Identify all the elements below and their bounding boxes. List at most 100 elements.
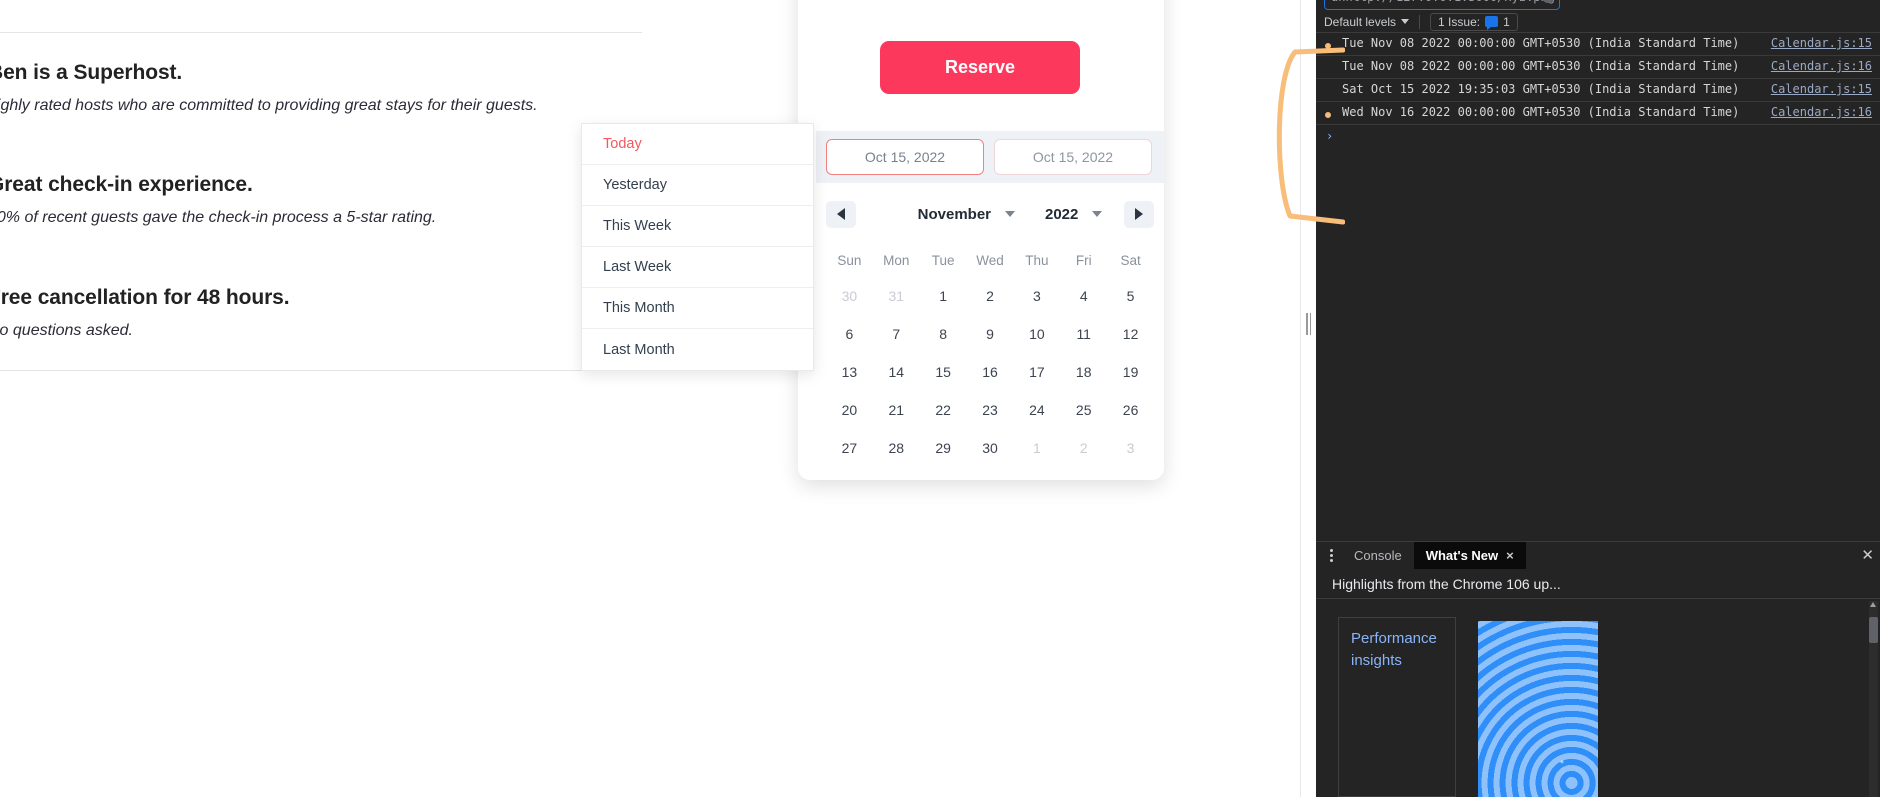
- drawer-tab-bar: Console What's New × ✕: [1316, 541, 1880, 570]
- more-options-icon[interactable]: [1320, 542, 1342, 570]
- month-label: November: [917, 205, 991, 223]
- chevron-left-icon[interactable]: [826, 200, 856, 228]
- range-option-this-week[interactable]: This Week: [582, 206, 813, 247]
- console-log-source-link[interactable]: Calendar.js:15: [1771, 82, 1872, 97]
- tab-whats-new-label: What's New: [1425, 548, 1499, 563]
- calendar-day[interactable]: 1: [920, 277, 967, 315]
- calendar-day[interactable]: 17: [1013, 353, 1060, 391]
- calendar-day[interactable]: 19: [1107, 353, 1154, 391]
- tab-whats-new[interactable]: What's New ×: [1413, 541, 1526, 570]
- month-select[interactable]: November: [918, 206, 1015, 223]
- console-log-text: Wed Nov 16 2022 00:00:00 GMT+0530 (India…: [1342, 105, 1740, 119]
- calendar-day[interactable]: 7: [873, 315, 920, 353]
- calendar-weekday: Thu: [1025, 252, 1049, 268]
- console-log-source-link[interactable]: Calendar.js:15: [1771, 36, 1872, 51]
- tab-console[interactable]: Console: [1342, 542, 1414, 570]
- devtools-panel: unhttp://127.0.0.1:3000/xyz.png Default …: [1316, 0, 1880, 797]
- drawer-close-icon[interactable]: ✕: [1861, 546, 1874, 564]
- calendar-weekday: Mon: [883, 252, 910, 268]
- close-icon[interactable]: ×: [1506, 548, 1514, 563]
- start-date-input[interactable]: Oct 15, 2022: [826, 139, 984, 175]
- calendar-day[interactable]: 8: [920, 315, 967, 353]
- chevron-right-icon[interactable]: [1124, 200, 1155, 228]
- calendar-day[interactable]: 6: [826, 315, 873, 353]
- calendar-day[interactable]: 21: [873, 391, 920, 429]
- date-range-inputs: Oct 15, 2022 Oct 15, 2022: [816, 131, 1164, 183]
- console-log-text: Tue Nov 08 2022 00:00:00 GMT+0530 (India…: [1342, 59, 1740, 73]
- calendar-day[interactable]: 13: [826, 353, 873, 391]
- calendar-day[interactable]: 29: [920, 429, 967, 467]
- console-input-prompt[interactable]: ›: [1316, 125, 1880, 147]
- chevron-down-icon: [1005, 211, 1015, 217]
- calendar-weekday: Sun: [837, 252, 862, 268]
- calendar-header: November 2022: [826, 195, 1155, 233]
- reserve-button[interactable]: Reserve: [880, 41, 1080, 94]
- log-bullet-icon: [1325, 112, 1331, 118]
- feature-cancellation: Free cancellation for 48 hours. No quest…: [0, 285, 290, 342]
- whats-new-scrollbar[interactable]: [1869, 601, 1878, 797]
- feature-title: Free cancellation for 48 hours.: [0, 286, 290, 309]
- whats-new-body: Performance insights: [1316, 599, 1880, 797]
- range-option-yesterday[interactable]: Yesterday: [582, 165, 813, 206]
- console-log-list[interactable]: Tue Nov 08 2022 00:00:00 GMT+0530 (India…: [1316, 33, 1880, 541]
- log-levels-dropdown[interactable]: Default levels: [1324, 15, 1410, 29]
- calendar-day[interactable]: 27: [826, 429, 873, 467]
- whats-new-card-performance-insights[interactable]: Performance insights: [1338, 617, 1456, 797]
- console-log-entry: Sat Oct 15 2022 19:35:03 GMT+0530 (India…: [1316, 79, 1880, 102]
- calendar-day-outside: 31: [888, 288, 905, 304]
- calendar-day[interactable]: 11: [1060, 315, 1107, 353]
- calendar-weekday: Wed: [976, 252, 1004, 268]
- calendar-day[interactable]: 26: [1107, 391, 1154, 429]
- feature-title: Ben is a Superhost.: [0, 61, 183, 84]
- calendar-day[interactable]: 20: [826, 391, 873, 429]
- console-toolbar: Default levels 1 Issue: 1: [1316, 11, 1880, 33]
- calendar-day[interactable]: 30: [967, 429, 1014, 467]
- console-filter-value: unhttp://127.0.0.1:3000/xyz.png: [1331, 0, 1555, 4]
- year-select[interactable]: 2022: [1045, 206, 1103, 223]
- scrollbar-thumb[interactable]: [1869, 617, 1878, 643]
- calendar-day[interactable]: 12: [1107, 315, 1154, 353]
- calendar-day[interactable]: 9: [967, 315, 1014, 353]
- calendar-day[interactable]: 5: [1107, 277, 1154, 315]
- feature-subtitle: 90% of recent guests gave the check-in p…: [0, 209, 437, 226]
- end-date-input[interactable]: Oct 15, 2022: [994, 139, 1152, 175]
- calendar-day[interactable]: 24: [1013, 391, 1060, 429]
- console-log-source-link[interactable]: Calendar.js:16: [1771, 59, 1872, 74]
- calendar-day-outside: 1: [1032, 440, 1041, 456]
- screenshot-root: Ben is a Superhost. highly rated hosts w…: [0, 0, 1880, 797]
- divider-top: [0, 32, 642, 33]
- whats-new-headline: Highlights from the Chrome 106 up...: [1316, 569, 1880, 599]
- issues-badge[interactable]: 1 Issue: 1: [1430, 12, 1518, 31]
- console-filter-input[interactable]: unhttp://127.0.0.1:3000/xyz.png: [1324, 0, 1560, 10]
- calendar-day[interactable]: 10: [1013, 315, 1060, 353]
- calendar-day[interactable]: 16: [967, 353, 1014, 391]
- calendar-day-outside: 30: [841, 288, 858, 304]
- issue-speech-bubble-icon: [1485, 16, 1499, 30]
- calendar-day[interactable]: 18: [1060, 353, 1107, 391]
- calendar-day[interactable]: 14: [873, 353, 920, 391]
- tab-console-label: Console: [1354, 548, 1402, 563]
- calendar-weekday-row: Sun Mon Tue Wed Thu Fri Sat: [826, 243, 1154, 277]
- calendar-day[interactable]: 22: [920, 391, 967, 429]
- window-splitter[interactable]: [1300, 0, 1316, 797]
- range-option-last-week[interactable]: Last Week: [582, 247, 813, 288]
- feature-title: Great check-in experience.: [0, 173, 253, 196]
- calendar-day[interactable]: 15: [920, 353, 967, 391]
- calendar-day[interactable]: 3: [1013, 277, 1060, 315]
- quick-range-dropdown[interactable]: Today Yesterday This Week Last Week This Mon…: [581, 123, 814, 371]
- calendar-day[interactable]: 23: [967, 391, 1014, 429]
- range-option-today[interactable]: Today: [582, 124, 813, 165]
- calendar-day[interactable]: 28: [873, 429, 920, 467]
- range-option-this-month[interactable]: This Month: [582, 288, 813, 329]
- calendar-day[interactable]: 2: [967, 277, 1014, 315]
- chevron-down-icon: [1092, 211, 1103, 217]
- calendar-day[interactable]: 4: [1060, 277, 1107, 315]
- range-option-last-month[interactable]: Last Month: [582, 329, 813, 370]
- scroll-up-icon[interactable]: [1870, 602, 1876, 607]
- console-log-source-link[interactable]: Calendar.js:16: [1771, 105, 1872, 120]
- calendar-day-grid: 30 31 1 2 3 4 5 6 7 8 9 10 11 12 13 14 15 16 17 18 19 20 21 22 2…: [826, 277, 1154, 467]
- splitter-grip-icon: [1305, 313, 1312, 335]
- calendar-day[interactable]: 25: [1060, 391, 1107, 429]
- console-log-text: Tue Nov 08 2022 00:00:00 GMT+0530 (India…: [1342, 36, 1740, 50]
- feature-subtitle: No questions asked.: [0, 322, 133, 339]
